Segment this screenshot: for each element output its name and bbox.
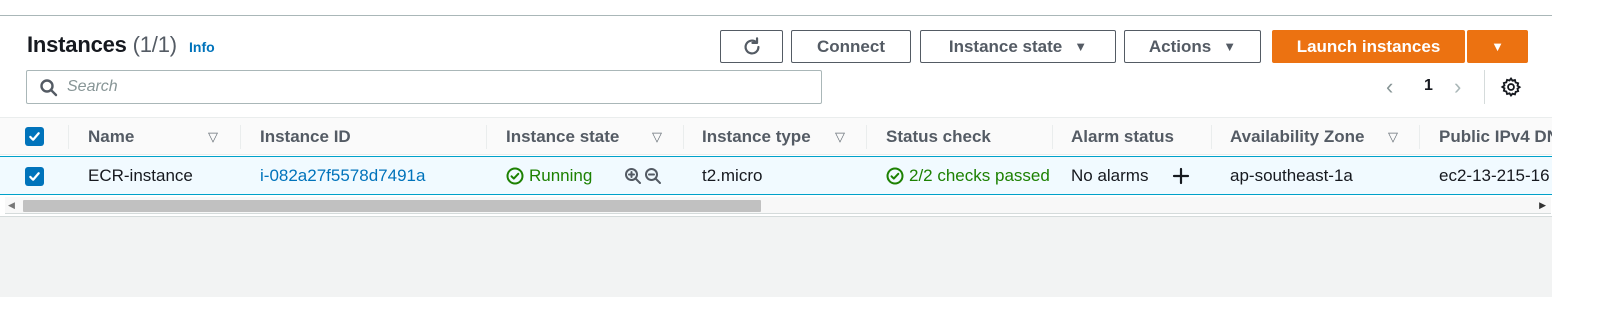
column-header-instance-id[interactable]: Instance ID xyxy=(260,127,351,147)
sort-icon[interactable]: ▽ xyxy=(652,129,662,145)
cell-alarm-status: No alarms xyxy=(1071,166,1149,185)
connect-button[interactable]: Connect xyxy=(791,30,911,63)
divider xyxy=(1484,70,1485,104)
column-separator[interactable] xyxy=(1052,125,1053,149)
column-header-status-check[interactable]: Status check xyxy=(886,127,991,147)
instance-state-dropdown[interactable]: Instance state ▼ xyxy=(920,30,1116,63)
caret-down-icon: ▼ xyxy=(1491,39,1504,54)
search-box[interactable] xyxy=(26,70,822,104)
column-header-name[interactable]: Name xyxy=(88,127,134,147)
scroll-left-icon[interactable]: ◀ xyxy=(8,200,15,211)
instance-state-label: Instance state xyxy=(948,36,1063,56)
column-header-instance-state[interactable]: Instance state xyxy=(506,127,619,147)
connect-label: Connect xyxy=(817,36,885,56)
search-icon xyxy=(40,79,58,97)
checkmark-icon xyxy=(29,172,40,181)
sort-icon[interactable]: ▽ xyxy=(208,129,218,145)
actions-label: Actions xyxy=(1148,36,1212,56)
scroll-right-icon[interactable]: ▶ xyxy=(1539,200,1546,211)
settings-gear-icon[interactable] xyxy=(1500,76,1522,98)
table-header: Name ▽ Instance ID Instance state ▽ Inst… xyxy=(0,117,1552,155)
check-circle-icon xyxy=(886,167,904,185)
select-all-checkbox[interactable] xyxy=(25,127,44,146)
actions-dropdown[interactable]: Actions ▼ xyxy=(1124,30,1261,63)
cell-instance-type: t2.micro xyxy=(702,166,763,185)
details-pane xyxy=(0,216,1552,297)
page-title: Instances (1/1) xyxy=(27,32,177,58)
horizontal-scrollbar[interactable]: ◀ ▶ xyxy=(5,197,1551,214)
column-separator[interactable] xyxy=(486,125,487,149)
current-page[interactable]: 1 xyxy=(1424,77,1433,95)
column-separator[interactable] xyxy=(1211,125,1212,149)
column-header-instance-type[interactable]: Instance type xyxy=(702,127,811,147)
launch-instances-button[interactable]: Launch instances xyxy=(1272,30,1465,63)
cell-name: ECR-instance xyxy=(88,166,193,185)
cell-status-check[interactable]: 2/2 checks passed xyxy=(886,166,1050,186)
zoom-out-icon[interactable] xyxy=(644,167,662,185)
search-input[interactable] xyxy=(67,76,807,98)
previous-page-icon[interactable]: ‹ xyxy=(1386,74,1393,100)
row-checkbox[interactable] xyxy=(25,167,44,186)
launch-options-dropdown[interactable]: ▼ xyxy=(1467,30,1528,63)
launch-label: Launch instances xyxy=(1296,36,1441,56)
sort-icon[interactable]: ▽ xyxy=(835,129,845,145)
instance-id-link[interactable]: i-082a27f5578d7491a xyxy=(260,166,425,186)
scrollbar-thumb[interactable] xyxy=(23,200,761,212)
plus-icon[interactable] xyxy=(1172,167,1190,185)
cell-instance-state: Running xyxy=(506,166,592,186)
caret-down-icon: ▼ xyxy=(1223,39,1237,54)
refresh-button[interactable] xyxy=(720,30,783,63)
ec2-instances-panel: Instances (1/1) Info Connect Instance st… xyxy=(0,0,1600,312)
info-link[interactable]: Info xyxy=(189,39,215,55)
checkmark-icon xyxy=(29,132,40,141)
table-row[interactable]: ECR-instance i-082a27f5578d7491a Running… xyxy=(0,156,1552,195)
column-separator[interactable] xyxy=(240,125,241,149)
column-separator[interactable] xyxy=(683,125,684,149)
column-header-public-ipv4-dns[interactable]: Public IPv4 DN xyxy=(1439,127,1552,147)
column-separator xyxy=(68,125,69,149)
check-circle-icon xyxy=(506,167,524,185)
instance-count: (1/1) xyxy=(132,32,177,57)
cell-public-ipv4-dns: ec2-13-215-16 xyxy=(1439,166,1550,185)
caret-down-icon: ▼ xyxy=(1074,39,1088,54)
status-check-label: 2/2 checks passed xyxy=(909,166,1050,185)
column-separator[interactable] xyxy=(866,125,867,149)
next-page-icon[interactable]: › xyxy=(1454,74,1461,100)
column-header-alarm-status[interactable]: Alarm status xyxy=(1071,127,1174,147)
column-header-availability-zone[interactable]: Availability Zone xyxy=(1230,127,1364,147)
title-text: Instances xyxy=(27,32,127,57)
state-label: Running xyxy=(529,166,593,185)
column-separator[interactable] xyxy=(1419,125,1420,149)
cell-availability-zone: ap-southeast-1a xyxy=(1230,166,1353,185)
refresh-icon xyxy=(744,36,760,54)
zoom-in-icon[interactable] xyxy=(624,167,642,185)
sort-icon[interactable]: ▽ xyxy=(1388,129,1398,145)
